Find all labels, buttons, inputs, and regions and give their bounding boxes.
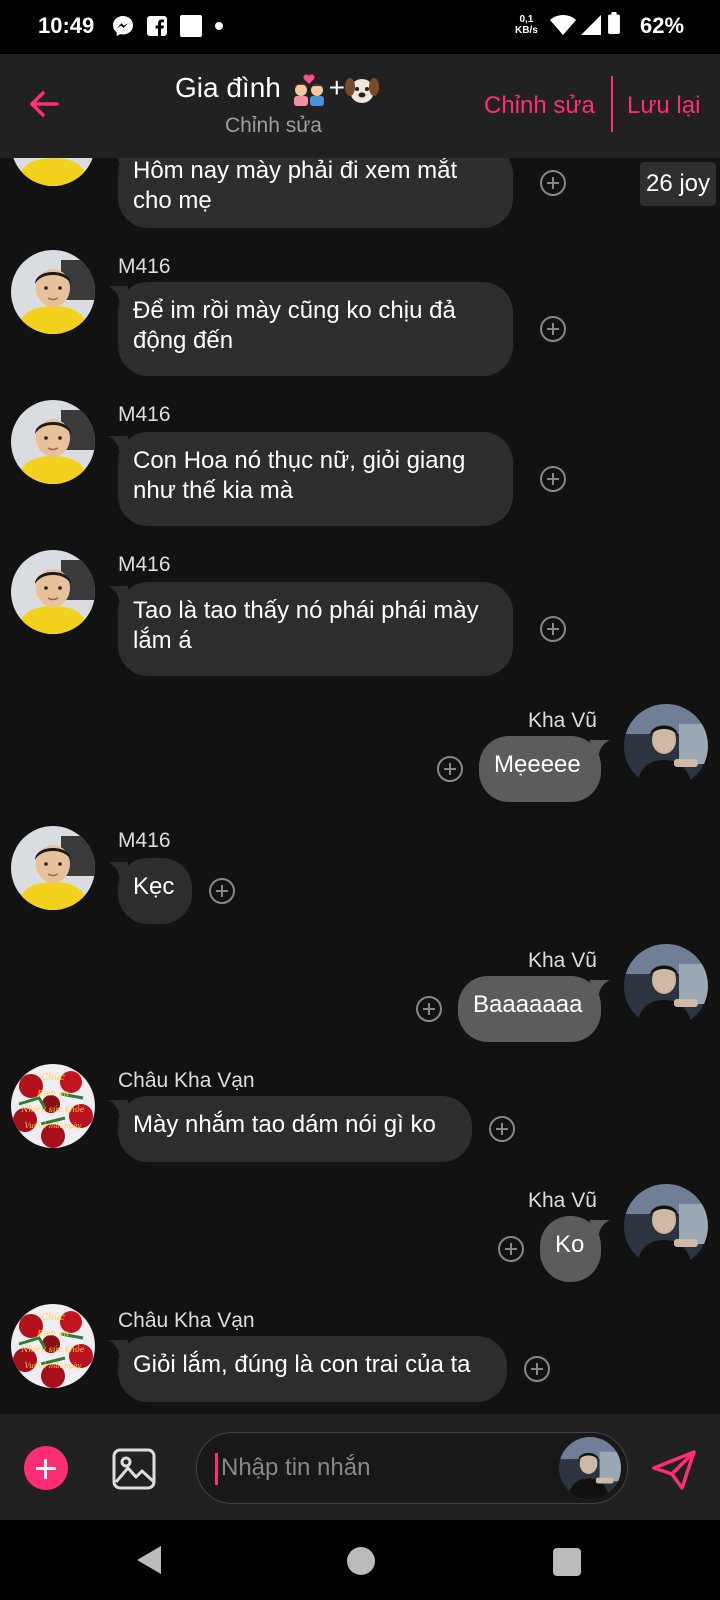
avatar[interactable]	[11, 550, 95, 634]
chat-header: Gia đình + Chỉnh sửa Chỉnh sửa Lưu lại	[0, 54, 720, 158]
avatar[interactable]	[624, 704, 708, 788]
message-bubble[interactable]: Baaaaaaa	[458, 976, 601, 1042]
react-plus-icon[interactable]	[524, 1356, 550, 1382]
message-bubble[interactable]: Để im rồi mày cũng ko chịu đả động đến	[118, 282, 513, 376]
avatar[interactable]	[624, 944, 708, 1028]
group-subtitle[interactable]: Chỉnh sửa	[225, 114, 322, 138]
message-field[interactable]	[196, 1432, 628, 1504]
battery-percent: 62%	[640, 13, 685, 38]
sender-name: M416	[118, 255, 171, 278]
dot-icon	[215, 22, 223, 30]
speed-unit: KB/s	[515, 25, 538, 36]
send-icon[interactable]	[650, 1448, 698, 1492]
sender-name: Kha Vũ	[528, 709, 597, 732]
battery-icon	[608, 12, 620, 34]
avatar[interactable]	[11, 158, 95, 186]
facebook-icon	[147, 16, 167, 36]
message-bubble[interactable]: Con Hoa nó thục nữ, giỏi giang như thế k…	[118, 432, 513, 526]
avatar[interactable]	[11, 1304, 95, 1388]
nav-back-icon[interactable]	[135, 1544, 163, 1576]
message-bubble[interactable]: Ko	[540, 1216, 601, 1282]
group-title: Gia đình +	[175, 72, 379, 106]
sender-name: Kha Vũ	[528, 949, 597, 972]
message-list[interactable]: Chúc Bình an Nhiều sức khỏe Vui vẻ mỗi n…	[0, 158, 720, 1414]
dog-face-emoji	[345, 77, 379, 103]
sender-name: Châu Kha Vạn	[118, 1069, 255, 1092]
message-bubble[interactable]: Giỏi lắm, đúng là con trai của ta	[118, 1336, 507, 1402]
avatar[interactable]	[11, 250, 95, 334]
react-plus-icon[interactable]	[540, 616, 566, 642]
status-time: 10:49	[38, 13, 95, 38]
plus-sign: +	[328, 72, 345, 103]
react-plus-icon[interactable]	[540, 170, 566, 196]
message-bubble[interactable]: Mày nhắm tao dám nói gì ko	[118, 1096, 472, 1162]
network-speed: 0,1 KB/s	[515, 14, 538, 36]
react-plus-icon[interactable]	[498, 1236, 524, 1262]
back-arrow-icon[interactable]	[24, 84, 64, 124]
react-plus-icon[interactable]	[209, 878, 235, 904]
header-divider	[611, 76, 613, 132]
avatar[interactable]	[11, 826, 95, 910]
save-button[interactable]: Lưu lại	[627, 92, 700, 120]
joy-badge: 26 joy	[640, 162, 716, 206]
my-avatar	[559, 1437, 621, 1499]
speed-value: 0,1	[519, 14, 534, 25]
text-cursor	[215, 1453, 218, 1485]
sender-name: M416	[118, 829, 171, 852]
message-bubble[interactable]: Kẹc	[118, 858, 192, 924]
avatar[interactable]	[11, 1064, 95, 1148]
edit-button[interactable]: Chỉnh sửa	[484, 92, 595, 120]
react-plus-icon[interactable]	[489, 1116, 515, 1142]
system-nav-bar	[0, 1520, 720, 1600]
sender-name: M416	[118, 403, 171, 426]
square-notification-icon	[180, 15, 202, 37]
group-title-text: Gia đình	[175, 72, 281, 103]
react-plus-icon[interactable]	[540, 466, 566, 492]
signal-icon	[581, 15, 601, 35]
avatar[interactable]	[11, 400, 95, 484]
wifi-icon	[550, 15, 576, 35]
nav-recents-icon[interactable]	[553, 1548, 581, 1576]
message-bubble[interactable]: Mẹeeee	[479, 736, 601, 802]
image-picker-icon[interactable]	[112, 1448, 156, 1490]
sender-name: Châu Kha Vạn	[118, 1309, 255, 1332]
nav-home-icon[interactable]	[347, 1547, 375, 1575]
status-bar: 10:49 0,1 KB/s 62%	[0, 0, 720, 54]
react-plus-icon[interactable]	[416, 996, 442, 1022]
message-bubble[interactable]: Hôm nay mày phải đi xem mắt cho mẹ	[118, 158, 513, 228]
couple-with-heart-emoji	[293, 74, 324, 106]
composer-bar	[0, 1414, 720, 1520]
message-input[interactable]	[219, 1445, 543, 1491]
react-plus-icon[interactable]	[540, 316, 566, 342]
react-plus-icon[interactable]	[437, 756, 463, 782]
message-bubble[interactable]: Tao là tao thấy nó phái phái mày lắm á	[118, 582, 513, 676]
add-button[interactable]	[24, 1446, 68, 1490]
sender-name: M416	[118, 553, 171, 576]
avatar[interactable]	[624, 1184, 708, 1268]
messenger-icon	[113, 16, 133, 36]
sender-name: Kha Vũ	[528, 1189, 597, 1212]
